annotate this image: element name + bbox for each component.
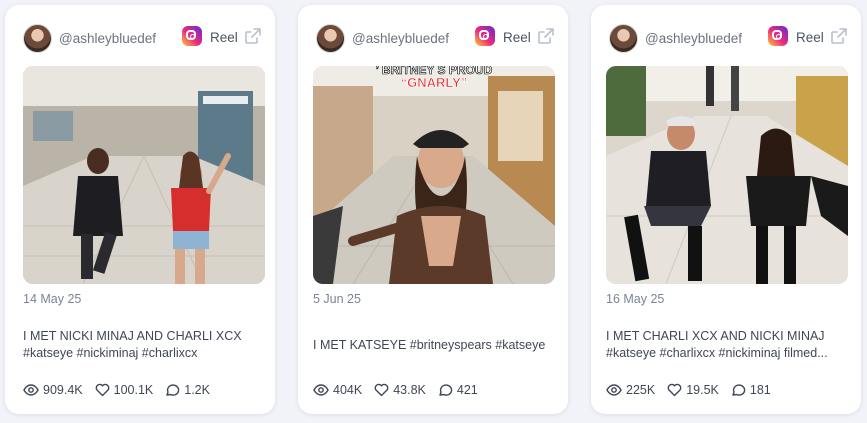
likes-count: 100.1K: [113, 383, 154, 397]
comments-count: 181: [749, 383, 771, 397]
eye-icon: [313, 384, 329, 396]
comment-icon: [166, 384, 180, 396]
video-thumbnail[interactable]: ’ BRITNEY S PROUD “GNARLY”: [313, 66, 555, 284]
engagement-stats: 225K 19.5K 181: [606, 381, 783, 399]
external-link-icon[interactable]: [829, 26, 849, 46]
card-header: @ashleybluedef Reel: [314, 22, 554, 56]
card-header: @ashleybluedef Reel: [607, 22, 847, 56]
comments-stat: 421: [438, 383, 478, 397]
instagram-icon: [768, 26, 788, 46]
reel-card[interactable]: @ashleybluedef Reel ’ BRITNEY S PROUD “G…: [298, 5, 568, 414]
comments-count: 1.2K: [184, 383, 210, 397]
views-count: 909.4K: [43, 383, 83, 397]
likes-stat: 100.1K: [95, 383, 154, 397]
reel-card[interactable]: @ashleybluedef Reel: [591, 5, 861, 414]
caption-line: I MET NICKI MINAJ AND CHARLI XCX: [23, 329, 242, 343]
post-date: 16 May 25: [606, 292, 665, 306]
engagement-stats: 909.4K 100.1K 1.2K: [23, 381, 222, 399]
likes-stat: 19.5K: [667, 383, 719, 397]
caption-line: I MET KATSEYE #britneyspears #katseye: [313, 338, 546, 352]
views-stat: 909.4K: [23, 383, 83, 397]
external-link-icon[interactable]: [536, 26, 556, 46]
username[interactable]: @ashleybluedef: [352, 31, 449, 46]
external-link-icon[interactable]: [243, 26, 263, 46]
caption-line: #katseye #nickiminaj #charlixcx: [23, 346, 198, 360]
username[interactable]: @ashleybluedef: [645, 31, 742, 46]
likes-count: 43.8K: [393, 383, 426, 397]
comments-stat: 1.2K: [165, 383, 210, 397]
instagram-icon: [182, 26, 202, 46]
platform-label: Reel: [796, 30, 824, 45]
eye-icon: [606, 384, 622, 396]
post-caption: I MET KATSEYE #britneyspears #katseye: [313, 337, 553, 354]
views-count: 404K: [333, 383, 363, 397]
post-date: 14 May 25: [23, 292, 82, 306]
username[interactable]: @ashleybluedef: [59, 31, 156, 46]
heart-icon: [374, 383, 389, 397]
comment-icon: [732, 384, 746, 396]
comment-icon: [439, 384, 453, 396]
heart-icon: [95, 383, 110, 397]
platform-label: Reel: [210, 30, 238, 45]
heart-icon: [667, 383, 682, 397]
post-caption: I MET CHARLI XCX AND NICKI MINAJ #katsey…: [606, 328, 846, 362]
eye-icon: [23, 384, 39, 396]
instagram-icon: [475, 26, 495, 46]
avatar[interactable]: [23, 24, 52, 53]
card-header: @ashleybluedef Reel: [21, 22, 261, 56]
views-count: 225K: [626, 383, 656, 397]
engagement-stats: 404K 43.8K 421: [313, 381, 490, 399]
post-caption: I MET NICKI MINAJ AND CHARLI XCX #katsey…: [23, 328, 263, 362]
platform-label: Reel: [503, 30, 531, 45]
post-date: 5 Jun 25: [313, 292, 361, 306]
thumbnail-overlay-text: “GNARLY”: [401, 75, 468, 90]
reel-card[interactable]: @ashleybluedef Reel: [5, 5, 275, 414]
caption-line: I MET CHARLI XCX AND NICKI MINAJ: [606, 329, 825, 343]
video-thumbnail[interactable]: [23, 66, 265, 284]
comments-stat: 181: [731, 383, 771, 397]
comments-count: 421: [456, 383, 478, 397]
avatar[interactable]: [609, 24, 638, 53]
views-stat: 225K: [606, 383, 655, 397]
video-thumbnail[interactable]: [606, 66, 848, 284]
likes-stat: 43.8K: [374, 383, 426, 397]
caption-line: #katseye #charlixcx #nickiminaj filmed..…: [606, 346, 828, 360]
avatar[interactable]: [316, 24, 345, 53]
views-stat: 404K: [313, 383, 362, 397]
likes-count: 19.5K: [686, 383, 719, 397]
